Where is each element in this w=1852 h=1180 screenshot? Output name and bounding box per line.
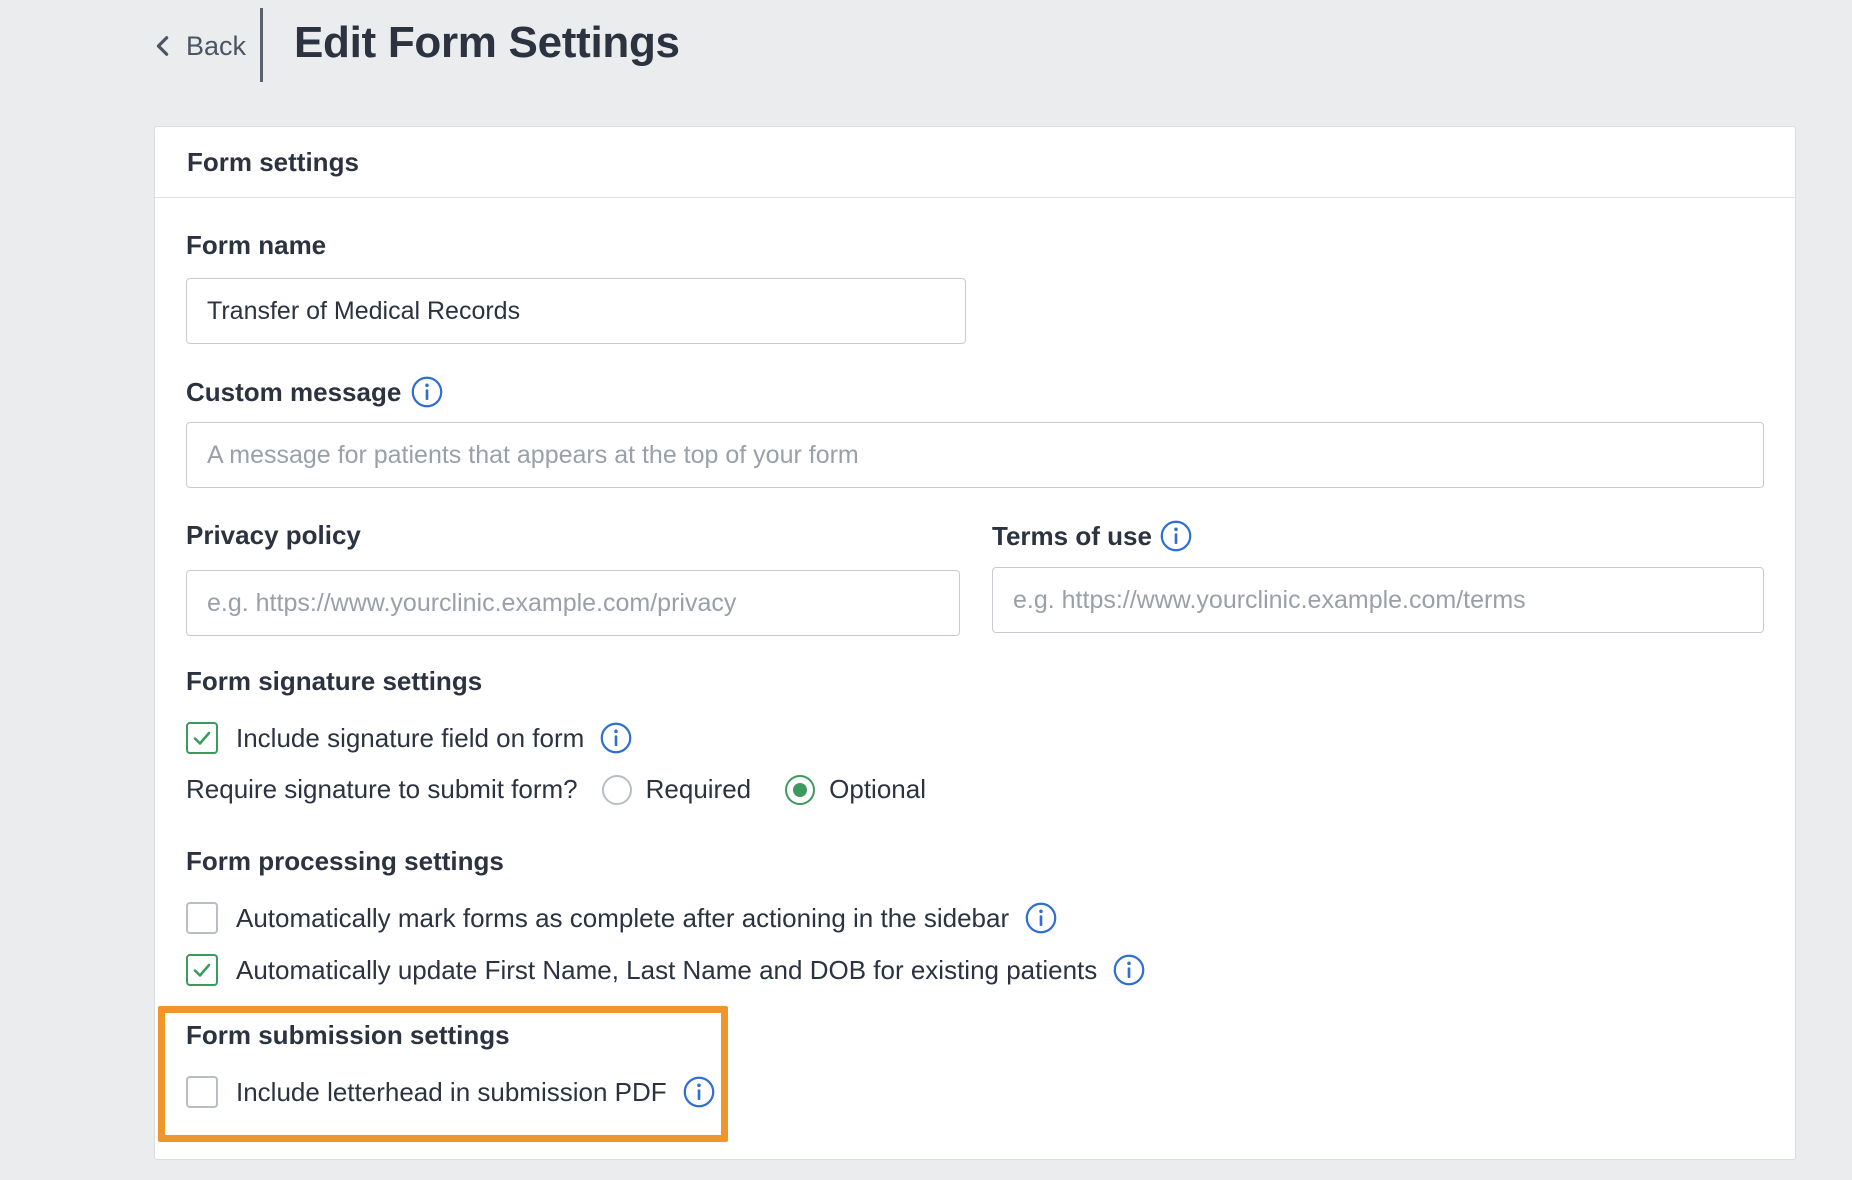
terms-of-use-input[interactable]: [992, 567, 1764, 633]
processing-settings-heading: Form processing settings: [186, 846, 504, 876]
auto-update-row: Automatically update First Name, Last Na…: [186, 954, 1145, 986]
form-name-label: Form name: [186, 230, 327, 260]
required-radio[interactable]: [601, 774, 632, 805]
info-icon[interactable]: [683, 1076, 715, 1108]
terms-of-use-label: Terms of use: [992, 520, 1152, 551]
form-name-input[interactable]: [186, 278, 966, 344]
custom-message-input[interactable]: [186, 422, 1764, 488]
include-signature-label: Include signature field on form: [236, 722, 585, 753]
optional-radio[interactable]: [785, 774, 816, 805]
page-title: Edit Form Settings: [294, 18, 680, 67]
include-signature-checkbox[interactable]: [186, 722, 218, 754]
back-button[interactable]: Back: [152, 22, 246, 70]
custom-message-label-row: Custom message: [186, 376, 443, 408]
letterhead-checkbox[interactable]: [186, 1076, 218, 1108]
auto-update-label: Automatically update First Name, Last Na…: [236, 954, 1098, 985]
checkmark-icon: [193, 963, 211, 977]
info-icon[interactable]: [600, 722, 632, 754]
info-icon[interactable]: [1113, 954, 1145, 986]
card-title: Form settings: [155, 127, 1795, 198]
custom-message-label: Custom message: [186, 376, 402, 407]
include-signature-row: Include signature field on form: [186, 722, 632, 754]
auto-complete-label: Automatically mark forms as complete aft…: [236, 902, 1010, 933]
optional-radio-label: Optional: [829, 774, 926, 804]
info-icon[interactable]: [1160, 520, 1192, 552]
back-label: Back: [186, 30, 247, 61]
signature-settings-heading: Form signature settings: [186, 666, 483, 696]
letterhead-label: Include letterhead in submission PDF: [236, 1076, 667, 1107]
require-signature-question: Require signature to submit form?: [186, 774, 578, 804]
auto-complete-checkbox[interactable]: [186, 902, 218, 934]
require-signature-row: Require signature to submit form? Requir…: [186, 774, 926, 805]
info-icon[interactable]: [411, 376, 443, 408]
letterhead-row: Include letterhead in submission PDF: [186, 1076, 715, 1108]
checkmark-icon: [193, 731, 211, 745]
chevron-left-icon: [156, 36, 169, 56]
submission-settings-heading: Form submission settings: [186, 1020, 510, 1050]
header-divider: [260, 8, 263, 82]
auto-update-checkbox[interactable]: [186, 954, 218, 986]
info-icon[interactable]: [1025, 902, 1057, 934]
page-header: Back Edit Form Settings: [0, 0, 1852, 100]
terms-of-use-label-row: Terms of use: [992, 520, 1192, 552]
auto-complete-row: Automatically mark forms as complete aft…: [186, 902, 1057, 934]
privacy-policy-input[interactable]: [186, 570, 960, 636]
required-radio-label: Required: [645, 774, 752, 804]
privacy-policy-label: Privacy policy: [186, 520, 361, 550]
